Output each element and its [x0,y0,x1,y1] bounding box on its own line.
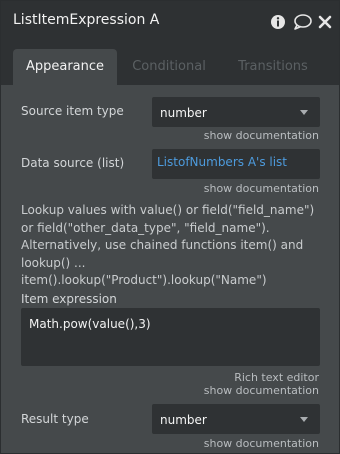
comment-icon[interactable] [293,13,312,31]
tab-conditional[interactable]: Conditional [121,49,217,85]
item-expression-value: Math.pow(value(),3) [29,317,151,331]
panel-title: ListItemExpression A [13,12,160,28]
source-item-type-doc-link[interactable]: show documentation [204,129,319,142]
source-item-type-value: number [160,106,207,120]
data-source-field[interactable]: ListofNumbers A's list [152,149,320,179]
item-expression-doc-link[interactable]: show documentation [204,384,319,397]
data-source-value[interactable]: ListofNumbers A's list [157,155,287,169]
source-item-type-dropdown[interactable]: number [152,97,320,127]
rich-text-editor-link[interactable]: Rich text editor [234,371,319,384]
item-expression-input[interactable]: Math.pow(value(),3) [21,308,320,366]
result-type-dropdown[interactable]: number [152,404,320,434]
tab-bar: Appearance Conditional Transitions [1,43,339,85]
data-source-doc-link[interactable]: show documentation [204,182,319,195]
property-editor-panel: ListItemExpression A Appearance Conditio… [0,0,340,454]
info-icon[interactable] [269,13,287,31]
item-expression-label: Item expression [21,292,117,306]
tab-transitions[interactable]: Transitions [226,49,320,85]
tab-appearance[interactable]: Appearance [13,49,117,85]
result-type-label: Result type [21,412,89,426]
chevron-down-icon [300,110,308,115]
result-type-value: number [160,413,207,427]
data-source-label: Data source (list) [21,156,125,170]
source-item-type-label: Source item type [21,104,124,118]
result-type-doc-link[interactable]: show documentation [204,437,319,450]
lookup-help-text: Lookup values with value() or field("fie… [21,203,315,287]
close-icon[interactable] [318,14,336,32]
chevron-down-icon [300,417,308,422]
panel-header: ListItemExpression A [1,1,339,43]
